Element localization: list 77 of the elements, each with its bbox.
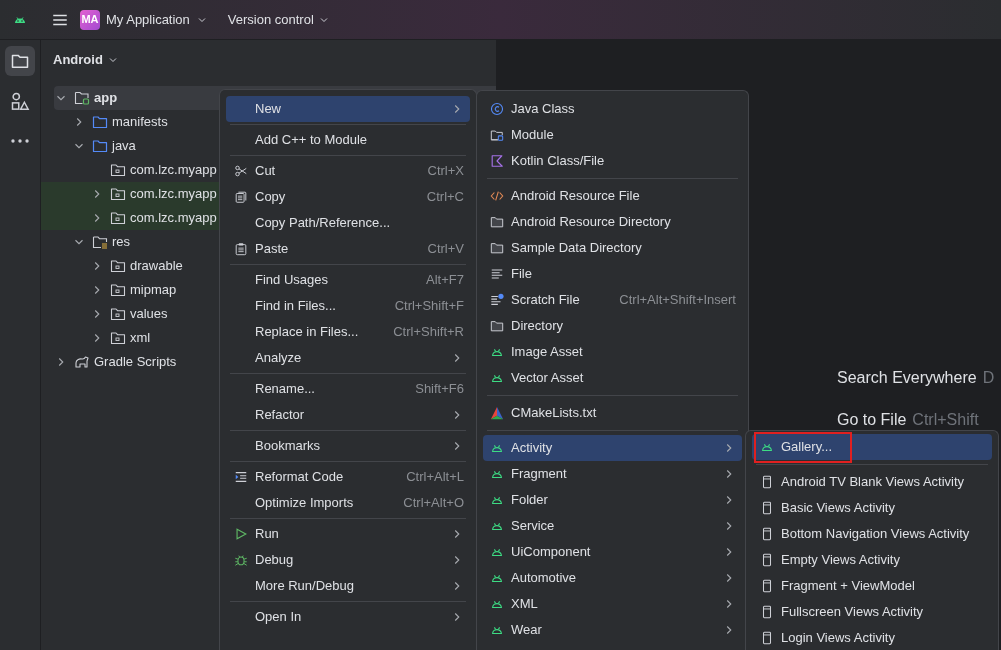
menu-label: Empty Views Activity: [781, 551, 901, 570]
menu-label: Service: [511, 517, 556, 536]
shortcut-text: Ctrl+Alt+O: [403, 494, 464, 513]
project-name: My Application: [106, 10, 190, 29]
tree-label: values: [130, 305, 168, 324]
menu-label: XML: [511, 595, 539, 614]
view-label: Android: [53, 51, 103, 70]
hint-action: Search Everywhere: [837, 368, 977, 388]
menu-label: New: [255, 100, 282, 119]
menu-label: Directory: [511, 317, 564, 336]
shortcut-text: Ctrl+X: [427, 162, 464, 181]
menu-label: Android TV Blank Views Activity: [781, 473, 966, 492]
menu-label: Analyze: [255, 349, 303, 368]
menu-label: Kotlin Class/File: [511, 152, 606, 171]
tree-label: res: [112, 233, 131, 252]
menu-label: Replace in Files...: [255, 323, 360, 342]
shortcut-text: Ctrl+C: [426, 188, 464, 207]
menu-label: Wear: [511, 621, 543, 640]
menu-label: File: [511, 265, 533, 284]
menu-label: Bottom Navigation Views Activity: [781, 525, 971, 544]
menu-label: Find Usages: [255, 271, 329, 290]
menu-label: Find in Files...: [255, 297, 337, 316]
menu-label: Login Views Activity: [781, 629, 896, 648]
tree-label: xml: [130, 329, 151, 348]
menu-label: Add C++ to Module: [255, 131, 369, 150]
shortcut-text: Ctrl+Alt+Shift+Insert: [619, 291, 736, 310]
menu-label: Run: [255, 525, 280, 544]
project-badge: MA: [80, 9, 100, 30]
menu-label: Scratch File: [511, 291, 581, 310]
menu-label: Copy: [255, 188, 287, 207]
menu-label: Fragment: [511, 465, 568, 484]
tree-label: java: [112, 137, 136, 156]
menu-label: Open In: [255, 608, 303, 627]
vcs-label: Version control: [227, 10, 314, 29]
menu-label: Android Resource Directory: [511, 213, 672, 232]
menu-label: UiComponent: [511, 543, 592, 562]
menu-label: Android Resource File: [511, 187, 641, 206]
shortcut-text: Ctrl+V: [427, 240, 464, 259]
hint-shortcut: D: [982, 368, 995, 388]
shortcut-text: Ctrl+Alt+L: [406, 468, 464, 487]
menu-label: Automotive: [511, 569, 578, 588]
menu-label: Cut: [255, 162, 277, 181]
menu-label: Module: [511, 126, 555, 145]
menu-label: More Run/Debug: [255, 577, 355, 596]
menu-label: Fragment + ViewModel: [781, 577, 916, 596]
tree-label: app: [94, 89, 118, 108]
menu-label: Basic Views Activity: [781, 499, 896, 518]
shortcut-text: Shift+F6: [415, 380, 464, 399]
menu-label: Optimize Imports: [255, 494, 355, 513]
shortcut-text: Alt+F7: [426, 271, 464, 290]
menu-label: Paste: [255, 240, 290, 259]
menu-label: Folder: [511, 491, 549, 510]
menu-label: Reformat Code: [255, 468, 345, 487]
menu-label: Debug: [255, 551, 295, 570]
menu-label: Bookmarks: [255, 437, 322, 456]
tree-label: Gradle Scripts: [94, 353, 177, 372]
menu-label: Refactor: [255, 406, 306, 425]
menu-label: Java Class: [511, 100, 576, 119]
menu-label: Gallery...: [781, 438, 834, 457]
tree-label: drawable: [130, 257, 183, 276]
shortcut-text: Ctrl+Shift+R: [393, 323, 464, 342]
menu-label: Copy Path/Reference...: [255, 214, 392, 233]
menu-label: Fullscreen Views Activity: [781, 603, 925, 622]
hint-shortcut: Ctrl+Shift: [912, 410, 979, 430]
tree-label: manifests: [112, 113, 168, 132]
menu-label: Sample Data Directory: [511, 239, 643, 258]
tree-label: mipmap: [130, 281, 177, 300]
tree-label: com.lzc.myapp: [130, 185, 217, 204]
hint-action: Go to File: [837, 410, 907, 430]
menu-label: Image Asset: [511, 343, 584, 362]
tree-label: com.lzc.myapp: [130, 209, 217, 228]
menu-label: Activity: [511, 439, 554, 458]
menu-label: CMakeLists.txt: [511, 404, 598, 423]
shortcut-text: Ctrl+Shift+F: [394, 297, 464, 316]
menu-label: Vector Asset: [511, 369, 585, 388]
menu-label: Rename...: [255, 380, 316, 399]
tree-label: com.lzc.myapp: [130, 161, 217, 180]
